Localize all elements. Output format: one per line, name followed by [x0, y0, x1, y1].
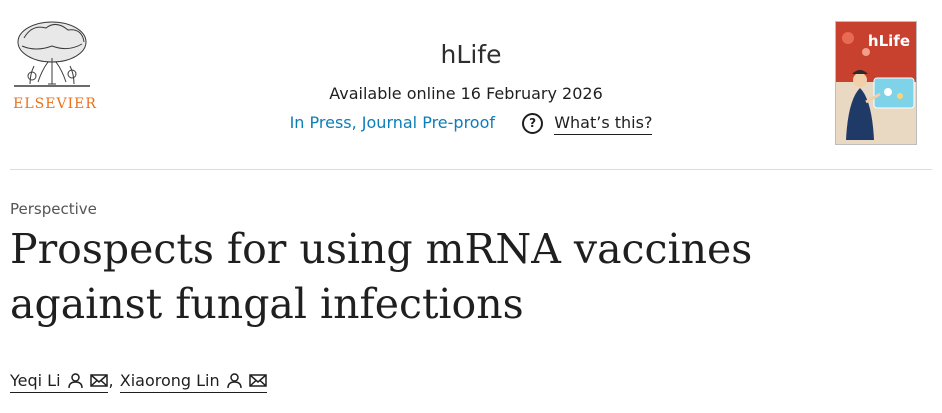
journal-title[interactable]: hLife — [0, 40, 942, 69]
person-icon — [226, 373, 242, 389]
status-row: In Press, Journal Pre-proof ? What’s thi… — [0, 113, 942, 135]
question-icon[interactable]: ? — [522, 113, 544, 134]
mail-icon — [89, 374, 108, 387]
mail-icon — [248, 374, 267, 387]
in-press-link[interactable]: In Press, Journal Pre-proof — [290, 113, 495, 132]
author-name: Yeqi Li — [10, 371, 61, 390]
author-separator: , — [108, 371, 114, 390]
author-list: Yeqi Li , Xiaorong Lin — [10, 371, 267, 393]
article-type: Perspective — [10, 200, 97, 218]
header-divider — [10, 169, 932, 170]
author-xiaorong-lin[interactable]: Xiaorong Lin — [119, 371, 267, 393]
author-yeqi-li[interactable]: Yeqi Li — [10, 371, 108, 393]
person-icon — [67, 373, 83, 389]
article-title: Prospects for using mRNA vaccines agains… — [10, 225, 753, 328]
author-name: Xiaorong Lin — [119, 371, 220, 390]
cover-brand: hLife — [867, 32, 910, 50]
page-header: ELSEVIER hLife Available online 16 Febru… — [0, 0, 942, 170]
available-online-date: Available online 16 February 2026 — [329, 84, 603, 103]
whats-this-link[interactable]: What’s this? — [554, 113, 653, 135]
journal-cover-image[interactable]: hLife — [835, 21, 917, 145]
